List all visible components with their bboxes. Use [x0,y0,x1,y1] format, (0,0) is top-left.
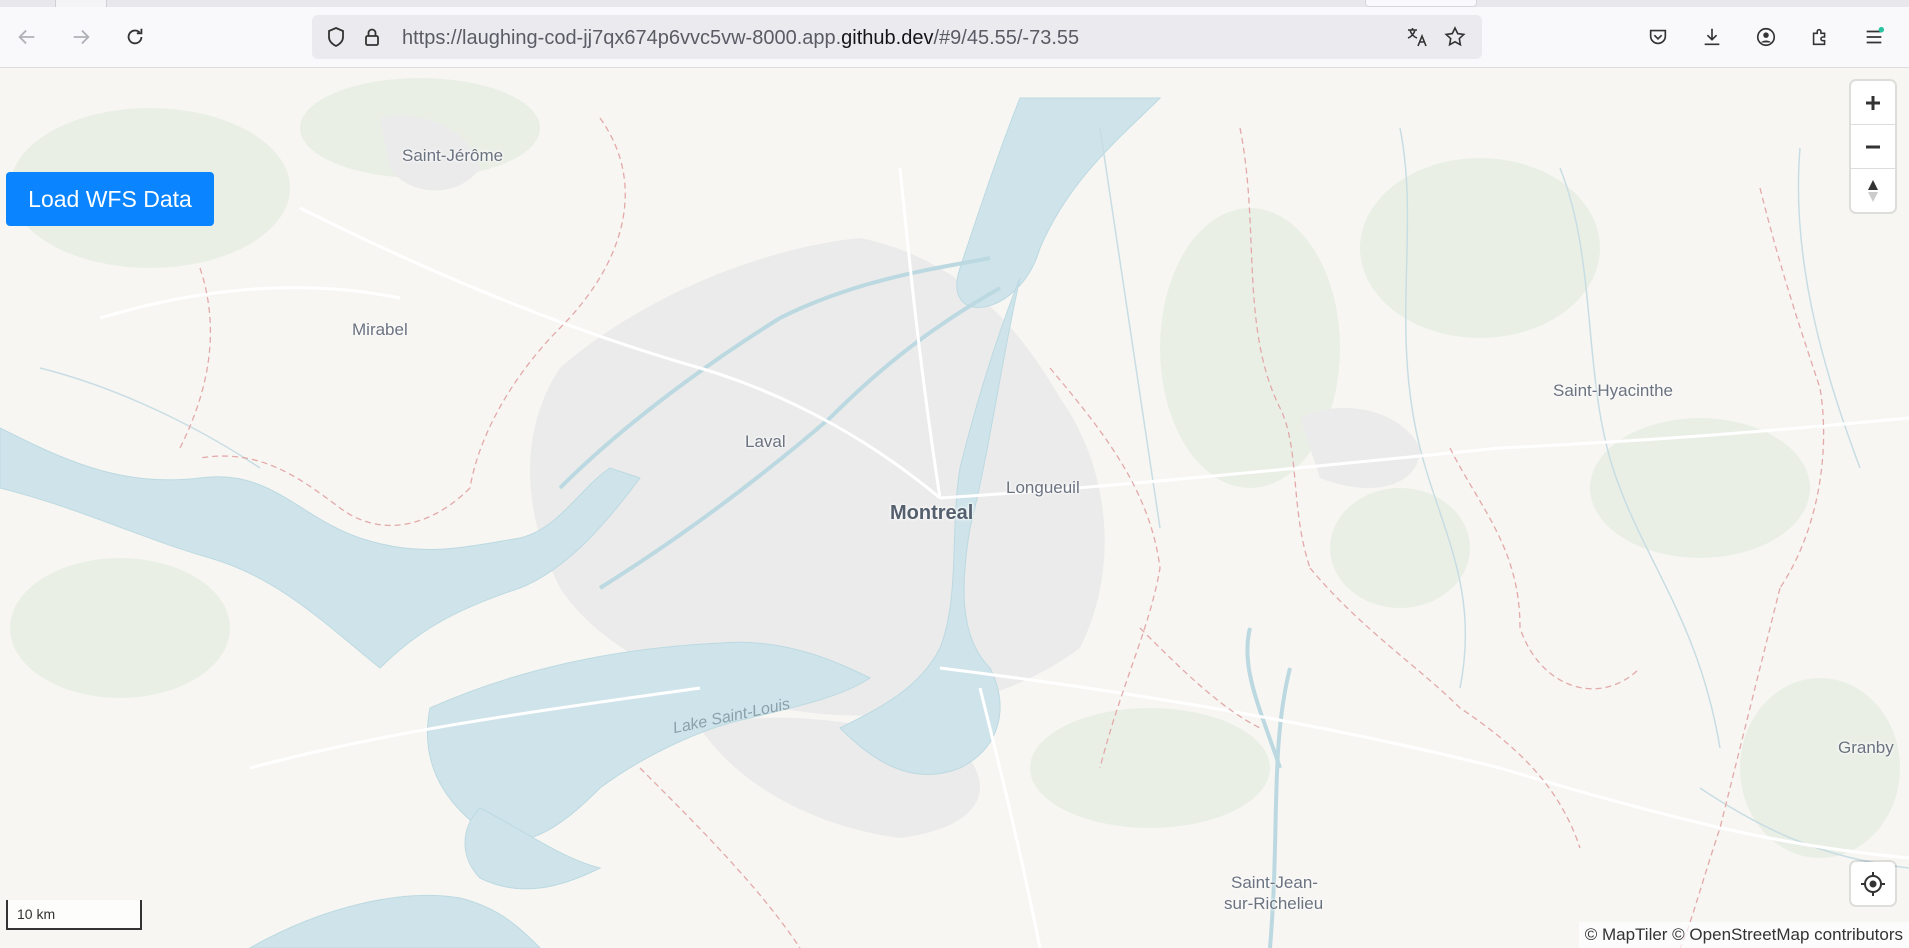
url-suffix: /#9/45.55/-73.55 [933,27,1080,49]
download-icon [1704,28,1720,46]
place-label-saint-hyacinthe: Saint-Hyacinthe [1553,381,1674,400]
translate-icon[interactable] [1405,25,1429,49]
menu-icon [1866,26,1885,44]
url-domain: github.dev [841,27,934,49]
account-icon [1756,27,1776,47]
place-label-granby: Granby [1838,738,1894,757]
zoom-in-button[interactable] [1851,81,1895,125]
account-button[interactable] [1751,22,1781,52]
back-icon [18,29,35,45]
url-text[interactable]: https://laughing-cod-jj7qx674p6vvc5vw-80… [402,27,1079,50]
place-label-laval: Laval [745,432,786,451]
shield-icon[interactable] [324,25,348,49]
place-label-mirabel: Mirabel [352,320,408,339]
place-label-montreal: Montreal [890,502,974,524]
lock-icon[interactable] [360,25,384,49]
compass-icon [1868,179,1878,202]
forward-icon [73,29,90,45]
minus-icon [1866,145,1880,148]
download-button[interactable] [1697,22,1727,52]
plus-icon [1866,95,1880,110]
bookmark-star-icon[interactable] [1443,25,1467,49]
extensions-icon [1812,28,1826,46]
reload-icon [127,28,143,45]
scale-bar: 10 km [6,900,142,930]
load-wfs-data-button[interactable]: Load WFS Data [6,172,214,226]
map-attribution[interactable]: © MapTiler © OpenStreetMap contributors [1578,922,1909,948]
url-prefix: https://laughing-cod-jj7qx674p6vvc5vw-80… [402,27,842,49]
place-label-longueuil: Longueuil [1006,478,1080,497]
browser-tab[interactable] [55,0,107,7]
browser-tab-active[interactable] [1365,0,1477,7]
map-canvas[interactable]: Saint-Jérôme Mirabel Laval Montreal Long… [0,68,1909,948]
pocket-button[interactable] [1643,22,1673,52]
place-label-saint-jerome: Saint-Jérôme [402,146,504,165]
reset-bearing-button[interactable] [1851,169,1895,212]
geolocate-button[interactable] [1851,862,1895,905]
url-bar[interactable]: https://laughing-cod-jj7qx674p6vvc5vw-80… [312,15,1482,59]
menu-button[interactable] [1859,22,1889,52]
zoom-out-button[interactable] [1851,125,1895,169]
tab-strip [0,0,1909,7]
place-label-saint-jean-line2: sur-Richelieu [1224,894,1324,913]
reload-button[interactable] [120,22,150,52]
geolocate-icon [1861,871,1885,896]
forward-button[interactable] [66,22,96,52]
browser-toolbar: https://laughing-cod-jj7qx674p6vvc5vw-80… [0,7,1909,68]
place-label-saint-jean-line1: Saint-Jean- [1231,873,1318,892]
pocket-icon [1649,29,1667,45]
extensions-button[interactable] [1805,22,1835,52]
back-button[interactable] [12,22,42,52]
navigation-control [1851,81,1895,212]
